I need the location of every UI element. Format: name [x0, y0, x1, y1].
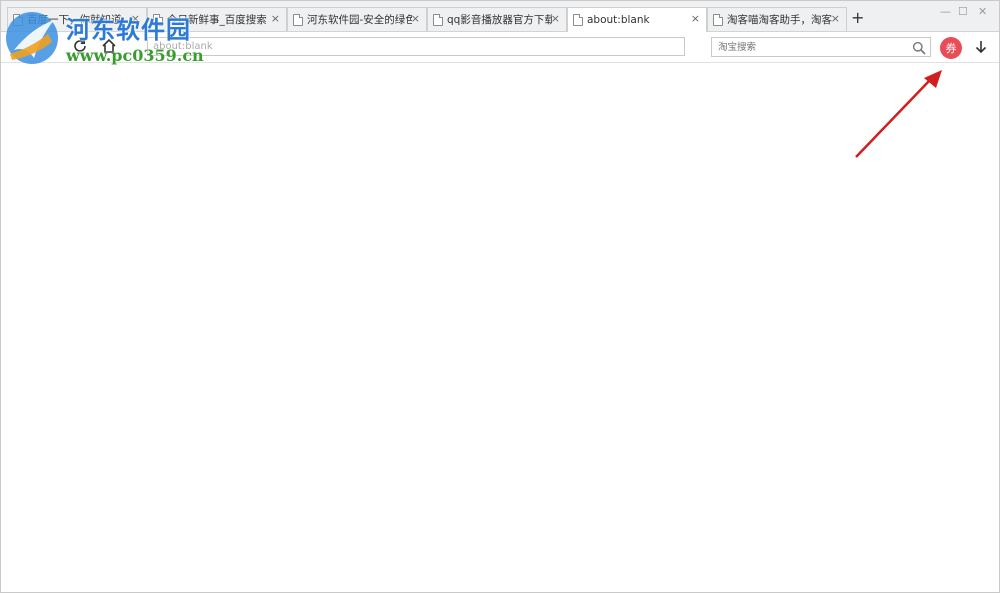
home-button[interactable]: [100, 37, 118, 55]
tab-label: 百度一下，你就知道: [27, 14, 122, 26]
taobao-search-input[interactable]: [711, 37, 931, 57]
page-icon: [153, 13, 163, 26]
tab-close-icon[interactable]: ×: [271, 12, 280, 26]
page-icon: [573, 14, 583, 26]
tab-close-icon[interactable]: ×: [551, 12, 560, 26]
tab-label: 淘客喵淘客助手，淘客内部优惠券: [727, 14, 832, 26]
download-button[interactable]: [973, 39, 989, 55]
tab-label: qq影音播放器官方下载|qq影音: [447, 14, 552, 26]
page-icon: [293, 13, 303, 26]
search-icon: [912, 41, 926, 55]
close-window-button[interactable]: ✕: [978, 5, 987, 19]
tab-about-blank[interactable]: about:blank ×: [567, 7, 707, 32]
tab-qq-player[interactable]: qq影音播放器官方下载|qq影音 ×: [427, 7, 567, 31]
browser-window: 百度一下，你就知道 × 今日新鲜事_百度搜索 × 河东软件园-安全的绿色软件下载…: [0, 0, 1000, 593]
tab-taoke[interactable]: 淘客喵淘客助手，淘客内部优惠券 ×: [707, 7, 847, 31]
tab-label: 河东软件园-安全的绿色软件下载站: [307, 14, 412, 26]
search-button[interactable]: [912, 40, 926, 55]
download-arrow-icon: [975, 41, 987, 54]
tab-label: 今日新鲜事_百度搜索: [167, 14, 267, 26]
tab-close-icon[interactable]: ×: [831, 12, 840, 26]
address-bar[interactable]: [147, 37, 685, 56]
tab-close-icon[interactable]: ×: [411, 12, 420, 26]
maximize-button[interactable]: ☐: [958, 5, 968, 19]
tab-pc0359[interactable]: 河东软件园-安全的绿色软件下载站 ×: [287, 7, 427, 31]
tab-close-icon[interactable]: ×: [131, 12, 140, 26]
page-icon: [13, 13, 23, 26]
tab-strip: 百度一下，你就知道 × 今日新鲜事_百度搜索 × 河东软件园-安全的绿色软件下载…: [1, 1, 999, 32]
tab-label: about:blank: [587, 14, 650, 26]
toolbar: 券: [1, 32, 999, 63]
tab-close-icon[interactable]: ×: [691, 12, 700, 26]
coupon-button[interactable]: 券: [940, 37, 962, 59]
refresh-icon: [74, 39, 86, 52]
tab-baidu-search[interactable]: 今日新鲜事_百度搜索 ×: [147, 7, 287, 31]
page-icon: [713, 13, 723, 26]
page-content: [1, 63, 999, 592]
page-icon: [433, 13, 443, 26]
new-tab-button[interactable]: +: [851, 9, 864, 27]
tab-baidu-home[interactable]: 百度一下，你就知道 ×: [7, 7, 147, 31]
home-icon: [102, 38, 116, 53]
refresh-button[interactable]: [71, 37, 89, 55]
minimize-button[interactable]: —: [940, 5, 951, 19]
